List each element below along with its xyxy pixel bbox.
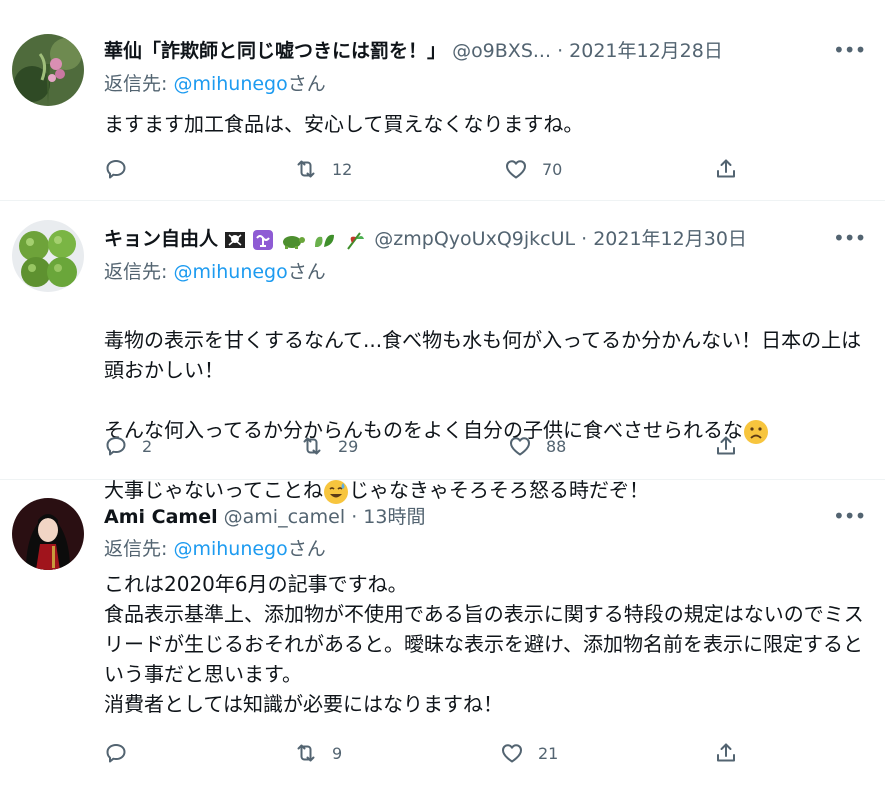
- tweet-3[interactable]: Ami Camel @ami_camel · 13時間 ••• 返信先: @mi…: [0, 480, 885, 797]
- replying-to: 返信先: @mihunegoさん: [104, 536, 326, 562]
- share-button[interactable]: [714, 154, 738, 184]
- replying-to: 返信先: @mihunegoさん: [104, 71, 326, 97]
- tweet-text: これは2020年6月の記事ですね。 食品表示基準上、添加物が不使用である旨の表示…: [104, 572, 864, 716]
- replying-to-label: 返信先:: [104, 538, 174, 560]
- tweet-1[interactable]: 華仙「詐欺師と同じ嘘つきには罰を！」 @o9BXS... · 2021年12月2…: [0, 0, 885, 201]
- avatar[interactable]: [12, 34, 84, 106]
- replying-to-label: 返信先:: [104, 73, 174, 95]
- replying-to-suffix: さん: [287, 538, 326, 560]
- share-icon: [714, 157, 738, 181]
- tweet-text-line: 毒物の表示を甘くするなんて...食べ物も水も何が入ってるか分かんない！日本の上は…: [104, 328, 862, 382]
- retweet-count: 9: [332, 743, 343, 763]
- action-bar: 12 70: [104, 154, 744, 184]
- more-icon[interactable]: •••: [833, 40, 866, 66]
- like-count: 70: [542, 159, 563, 179]
- replying-to: 返信先: @mihunegoさん: [104, 259, 326, 285]
- replying-to-suffix: さん: [287, 261, 326, 283]
- reply-icon: [104, 741, 128, 765]
- share-button[interactable]: [714, 738, 738, 768]
- replying-to-label: 返信先:: [104, 261, 174, 283]
- share-button[interactable]: [714, 431, 738, 461]
- display-name[interactable]: Ami Camel: [104, 506, 218, 528]
- avatar[interactable]: [12, 220, 84, 292]
- timestamp[interactable]: · 2021年12月30日: [581, 228, 747, 250]
- retweet-button[interactable]: 12: [294, 154, 352, 184]
- herb-emoji-icon: [344, 229, 368, 251]
- skull-flag-emoji-icon: [224, 229, 246, 251]
- heart-icon: [508, 434, 532, 458]
- tweet-header: キョン自由人 @zmpQyoUxQ9jkcUL · 2021年12月30日: [104, 226, 747, 252]
- like-count: 21: [538, 743, 559, 763]
- retweet-count: 29: [338, 436, 359, 456]
- reply-button[interactable]: [104, 154, 142, 184]
- tweet-2[interactable]: キョン自由人 @zmpQyoUxQ9jkcUL · 2021年12月30日 ••…: [0, 201, 885, 504]
- seedling-emoji-icon: [312, 229, 338, 251]
- replying-to-handle[interactable]: @mihunego: [173, 538, 287, 560]
- tweet-text: ますます加工食品は、安心して買えなくなりますね。: [104, 112, 584, 136]
- retweet-button[interactable]: 9: [294, 738, 342, 768]
- like-count: 88: [546, 436, 567, 456]
- heart-icon: [504, 157, 528, 181]
- frowning-face-emoji-icon: [743, 419, 769, 445]
- retweet-count: 12: [332, 159, 353, 179]
- handle[interactable]: @o9BXS...: [452, 40, 551, 62]
- share-icon: [714, 741, 738, 765]
- like-button[interactable]: 70: [504, 154, 562, 184]
- display-name[interactable]: 華仙「詐欺師と同じ嘘つきには罰を！」: [104, 40, 446, 62]
- action-bar: 2 29 88: [104, 431, 744, 461]
- turtle-emoji-icon: [280, 229, 306, 251]
- retweet-icon: [294, 157, 318, 181]
- reply-button[interactable]: [104, 738, 142, 768]
- retweet-icon: [300, 434, 324, 458]
- tweet-header: 華仙「詐欺師と同じ嘘つきには罰を！」 @o9BXS... · 2021年12月2…: [104, 38, 723, 64]
- handle[interactable]: @ami_camel: [224, 506, 346, 528]
- handle[interactable]: @zmpQyoUxQ9jkcUL: [374, 228, 575, 250]
- display-name[interactable]: キョン自由人: [104, 228, 218, 250]
- tweet-header: Ami Camel @ami_camel · 13時間: [104, 504, 425, 530]
- reply-button[interactable]: 2: [104, 431, 152, 461]
- replying-to-suffix: さん: [287, 73, 326, 95]
- action-bar: 9 21: [104, 738, 744, 768]
- reply-icon: [104, 157, 128, 181]
- retweet-button[interactable]: 29: [300, 431, 358, 461]
- more-icon[interactable]: •••: [833, 506, 866, 532]
- like-button[interactable]: 88: [508, 431, 566, 461]
- heart-icon: [500, 741, 524, 765]
- replying-to-handle[interactable]: @mihunego: [173, 73, 287, 95]
- share-icon: [714, 434, 738, 458]
- retweet-icon: [294, 741, 318, 765]
- more-icon[interactable]: •••: [833, 228, 866, 254]
- timestamp[interactable]: · 2021年12月28日: [557, 40, 723, 62]
- replying-to-handle[interactable]: @mihunego: [173, 261, 287, 283]
- reply-icon: [104, 434, 128, 458]
- ophiuchus-icon: [252, 229, 274, 251]
- like-button[interactable]: 21: [500, 738, 558, 768]
- timestamp[interactable]: · 13時間: [351, 506, 425, 528]
- avatar[interactable]: [12, 498, 84, 570]
- reply-count: 2: [142, 436, 153, 456]
